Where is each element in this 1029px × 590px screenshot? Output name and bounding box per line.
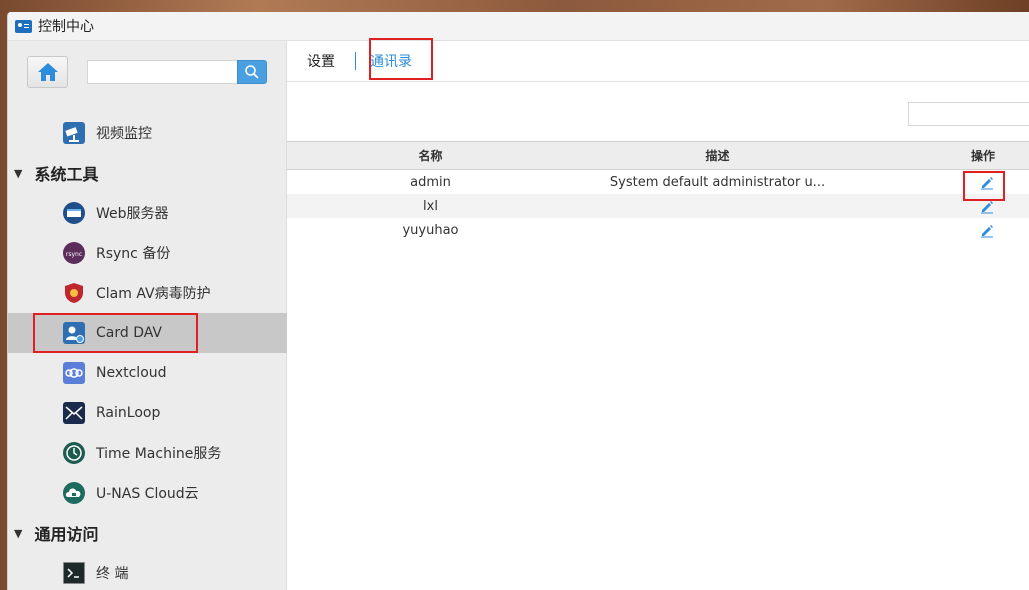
column-header-description[interactable]: 描述 xyxy=(574,147,861,164)
rainloop-icon xyxy=(63,402,85,424)
table-row[interactable]: yuyuhao xyxy=(287,218,1029,242)
sidebar-search-input[interactable] xyxy=(87,60,237,84)
main-panel: 设置 通讯录 名称 描述 操作 admin System default adm… xyxy=(287,38,1029,590)
cell-actions xyxy=(861,222,1029,238)
web-server-icon xyxy=(63,202,85,224)
table-row[interactable]: lxl xyxy=(287,194,1029,218)
edit-pencil-icon[interactable] xyxy=(979,174,995,190)
sidebar-nav: 视频监控 ▼ 系统工具 Web服务器 rsync Rsync 备份 Clam A… xyxy=(8,113,287,590)
sidebar-item-rainloop[interactable]: RainLoop xyxy=(8,393,287,433)
sidebar-item-terminal[interactable]: 终 端 xyxy=(8,553,287,590)
tab-settings[interactable]: 设置 xyxy=(307,51,343,71)
title-bar: 控制中心 xyxy=(8,12,1029,41)
contacts-table: 名称 描述 操作 admin System default administra… xyxy=(287,141,1029,242)
sidebar-item-label: U-NAS Cloud云 xyxy=(96,486,199,502)
sidebar-item-nextcloud[interactable]: Nextcloud xyxy=(8,353,287,393)
sidebar-item-label: RainLoop xyxy=(96,405,161,421)
cell-name: lxl xyxy=(423,198,438,214)
cell-name: admin xyxy=(410,174,451,190)
control-center-icon xyxy=(15,19,32,33)
tab-bar: 设置 通讯录 xyxy=(287,38,1029,82)
sidebar-item-u-nas-cloud[interactable]: U-NAS Cloud云 xyxy=(8,473,287,513)
cell-actions xyxy=(861,171,1029,201)
highlight-box xyxy=(369,38,433,80)
sidebar-search-row xyxy=(27,56,267,88)
sidebar-item-label: Clam AV病毒防护 xyxy=(96,286,211,302)
sidebar-item-web-server[interactable]: Web服务器 xyxy=(8,193,287,233)
svg-text:rsync: rsync xyxy=(66,251,82,258)
sidebar-item-card-dav[interactable]: Card DAV xyxy=(8,313,287,353)
section-label: 系统工具 xyxy=(34,165,99,184)
highlight-box xyxy=(33,313,198,353)
sidebar: 视频监控 ▼ 系统工具 Web服务器 rsync Rsync 备份 Clam A… xyxy=(8,41,287,590)
window-title: 控制中心 xyxy=(38,19,94,35)
section-general-access[interactable]: ▼ 通用访问 xyxy=(8,513,287,553)
filter-input[interactable] xyxy=(908,102,1029,126)
home-button[interactable] xyxy=(27,56,68,88)
clock-icon xyxy=(63,442,85,464)
rsync-icon: rsync xyxy=(63,242,85,264)
cell-description: System default administrator u... xyxy=(609,174,826,190)
sidebar-item-label: Time Machine服务 xyxy=(96,446,222,462)
sidebar-item-clam-av[interactable]: Clam AV病毒防护 xyxy=(8,273,287,313)
sidebar-item-time-machine[interactable]: Time Machine服务 xyxy=(8,433,287,473)
cell-name: yuyuhao xyxy=(402,222,459,238)
camera-icon xyxy=(63,122,85,144)
collapse-triangle-icon: ▼ xyxy=(14,526,23,540)
sidebar-item-label: Rsync 备份 xyxy=(96,246,171,262)
column-header-name[interactable]: 名称 xyxy=(287,147,574,164)
cell-actions xyxy=(861,198,1029,214)
shield-icon xyxy=(63,282,85,304)
column-header-actions: 操作 xyxy=(970,149,995,163)
search-button[interactable] xyxy=(237,60,267,84)
table-header: 名称 描述 操作 xyxy=(287,141,1029,170)
edit-pencil-icon[interactable] xyxy=(979,222,995,238)
sidebar-item-label: 视频监控 xyxy=(96,126,152,142)
terminal-icon xyxy=(63,562,85,584)
nextcloud-icon xyxy=(63,362,85,384)
sidebar-item-rsync[interactable]: rsync Rsync 备份 xyxy=(8,233,287,273)
sidebar-item-label: Web服务器 xyxy=(96,206,169,222)
home-icon xyxy=(37,63,58,81)
sidebar-item-label: Nextcloud xyxy=(96,365,167,381)
sidebar-item-video[interactable]: 视频监控 xyxy=(8,113,287,153)
table-row[interactable]: admin System default administrator u... xyxy=(287,170,1029,201)
edit-pencil-icon[interactable] xyxy=(979,198,995,214)
cloud-lock-icon xyxy=(63,482,85,504)
section-label: 通用访问 xyxy=(34,525,99,544)
collapse-triangle-icon: ▼ xyxy=(14,166,23,180)
sidebar-item-label: 终 端 xyxy=(96,566,129,582)
contact-card-icon xyxy=(63,322,85,344)
section-system-tools[interactable]: ▼ 系统工具 xyxy=(8,153,287,193)
search-icon xyxy=(245,65,259,79)
tab-divider xyxy=(355,52,356,70)
control-center-window: 控制中心 视频监控 ▼ 系统工具 Web服务器 rsync Rsync 备份 C… xyxy=(7,12,1029,590)
